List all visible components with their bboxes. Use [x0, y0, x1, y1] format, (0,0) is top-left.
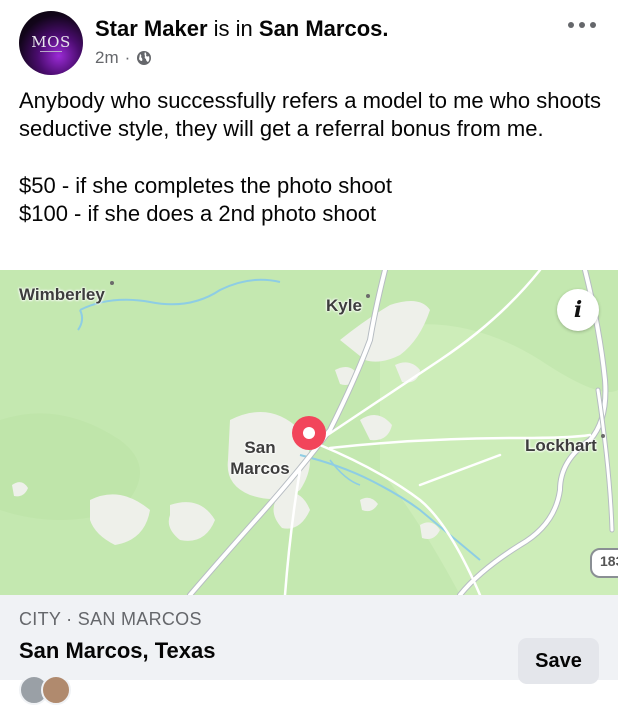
place-name[interactable]: San Marcos, Texas — [19, 638, 215, 664]
post-line-bonus-1: $50 - if she completes the photo shoot — [19, 173, 393, 198]
map-info-icon[interactable]: i — [557, 289, 599, 331]
map-preview[interactable]: Wimberley Kyle San Marcos Lockhart — [0, 270, 618, 595]
author-name[interactable]: Star Maker — [95, 16, 208, 41]
post-header: MOS Star Maker is in San Marcos. 2m · — [0, 0, 618, 80]
map-label-lockhart: Lockhart — [525, 436, 597, 455]
highway-shield: 183 — [590, 548, 618, 578]
avatar-logo-text: MOS — [31, 33, 71, 51]
post-timestamp[interactable]: 2m — [95, 48, 119, 68]
place-card[interactable]: CITY · SAN MARCOS San Marcos, Texas Save — [0, 595, 618, 705]
post-body: Anybody who successfully refers a model … — [19, 87, 604, 228]
save-button[interactable]: Save — [518, 638, 599, 684]
checkin-location[interactable]: San Marcos. — [259, 16, 389, 41]
map-label-san-marcos: San Marcos — [228, 437, 292, 479]
map-canvas — [0, 270, 618, 595]
globe-icon — [137, 51, 152, 65]
map-label-marcos: Marcos — [230, 459, 290, 478]
author-line: Star Maker is in San Marcos. — [95, 15, 389, 43]
map-label-kyle: Kyle — [326, 296, 362, 315]
map-label-san: San — [244, 438, 276, 457]
post-meta: 2m · — [95, 48, 152, 68]
post-line-bonus-2: $100 - if she does a 2nd photo shoot — [19, 201, 377, 226]
friend-avatars — [19, 675, 79, 705]
checkin-verb: is in — [213, 16, 253, 41]
more-options-icon[interactable] — [568, 22, 596, 30]
place-category: CITY · SAN MARCOS — [19, 609, 202, 629]
avatar[interactable]: MOS — [19, 11, 83, 75]
map-label-wimberley: Wimberley — [19, 285, 105, 304]
post-paragraph: Anybody who successfully refers a model … — [19, 88, 602, 141]
